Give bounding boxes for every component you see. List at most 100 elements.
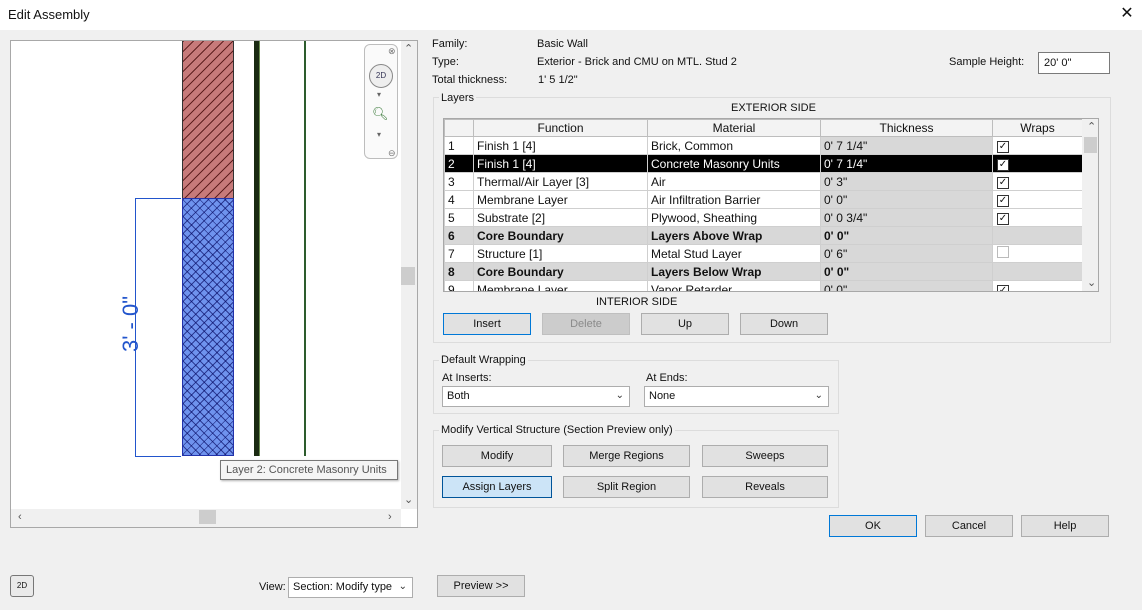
- table-row[interactable]: 4 Membrane Layer Air Infiltration Barrier 0…: [444, 190, 1083, 209]
- close-icon[interactable]: ✕: [1116, 3, 1138, 25]
- cell-number[interactable]: 5: [444, 208, 474, 227]
- view-select[interactable]: Section: Modify type ⌄: [288, 577, 413, 598]
- cell-thickness[interactable]: 0' 3": [820, 172, 993, 191]
- wraps-checkbox[interactable]: ✓: [997, 213, 1009, 225]
- chevron-down-icon[interactable]: ▾: [377, 130, 381, 139]
- cell-number[interactable]: 6: [444, 226, 474, 245]
- modify-button[interactable]: Modify: [442, 445, 552, 467]
- cell-thickness[interactable]: 0' 0": [820, 190, 993, 209]
- cell-number[interactable]: 2: [444, 154, 474, 173]
- cell-function[interactable]: Thermal/Air Layer [3]: [473, 172, 648, 191]
- merge-regions-button[interactable]: Merge Regions: [563, 445, 690, 467]
- zoom-icon[interactable]: 🔍︎: [372, 106, 390, 124]
- help-button[interactable]: Help: [1021, 515, 1109, 537]
- cmu-layer[interactable]: [182, 198, 234, 456]
- cell-thickness[interactable]: 0' 7 1/4": [820, 154, 993, 173]
- cell-material[interactable]: Air: [647, 172, 821, 191]
- at-ends-select[interactable]: None ⌄: [644, 386, 829, 407]
- assign-layers-button[interactable]: Assign Layers: [442, 476, 552, 498]
- column-header-thickness[interactable]: Thickness: [820, 119, 993, 137]
- cell-wraps[interactable]: [992, 262, 1083, 281]
- table-row[interactable]: 1 Finish 1 [4] Brick, Common 0' 7 1/4" ✓: [444, 136, 1083, 155]
- down-button[interactable]: Down: [740, 313, 828, 335]
- scroll-thumb[interactable]: [401, 267, 415, 285]
- cell-number[interactable]: 3: [444, 172, 474, 191]
- brick-layer[interactable]: [182, 41, 234, 198]
- cell-function[interactable]: Substrate [2]: [473, 208, 648, 227]
- cell-material[interactable]: Layers Below Wrap: [647, 262, 821, 281]
- cell-thickness[interactable]: 0' 0": [820, 226, 993, 245]
- cell-wraps[interactable]: ✓: [992, 190, 1083, 209]
- scroll-thumb[interactable]: [199, 510, 216, 524]
- table-row[interactable]: 8 Core Boundary Layers Below Wrap 0' 0": [444, 262, 1083, 281]
- cell-function[interactable]: Finish 1 [4]: [473, 136, 648, 155]
- cell-thickness[interactable]: 0' 0": [820, 280, 993, 291]
- cell-number[interactable]: 1: [444, 136, 474, 155]
- ok-button[interactable]: OK: [829, 515, 917, 537]
- column-header-wraps[interactable]: Wraps: [992, 119, 1083, 137]
- steering-wheel-icon[interactable]: 2D: [10, 575, 34, 597]
- cell-function[interactable]: Membrane Layer: [473, 280, 648, 291]
- cell-number[interactable]: 8: [444, 262, 474, 281]
- at-inserts-select[interactable]: Both ⌄: [442, 386, 630, 407]
- section-preview[interactable]: 3' - 0": [11, 41, 402, 509]
- cell-number[interactable]: 4: [444, 190, 474, 209]
- wraps-checkbox[interactable]: ✓: [997, 285, 1009, 291]
- cell-material[interactable]: Plywood, Sheathing: [647, 208, 821, 227]
- cell-wraps[interactable]: ✓: [992, 154, 1083, 173]
- up-button[interactable]: Up: [641, 313, 729, 335]
- wraps-checkbox[interactable]: ✓: [997, 141, 1009, 153]
- cell-function[interactable]: Core Boundary: [473, 226, 648, 245]
- chevron-left-icon[interactable]: ‹: [18, 511, 22, 523]
- cell-wraps[interactable]: [992, 226, 1083, 245]
- column-header-material[interactable]: Material: [647, 119, 821, 137]
- cell-function[interactable]: Membrane Layer: [473, 190, 648, 209]
- wraps-checkbox[interactable]: ✓: [997, 159, 1009, 171]
- cell-material[interactable]: Concrete Masonry Units: [647, 154, 821, 173]
- insert-button[interactable]: Insert: [443, 313, 531, 335]
- table-row[interactable]: 2 Finish 1 [4] Concrete Masonry Units 0' 7 …: [444, 154, 1083, 173]
- chevron-down-icon[interactable]: ⌄: [404, 493, 413, 506]
- customize-icon[interactable]: ⊖: [388, 148, 396, 159]
- cell-wraps[interactable]: ✓: [992, 280, 1083, 291]
- cell-material[interactable]: Metal Stud Layer: [647, 244, 821, 263]
- cell-function[interactable]: Structure [1]: [473, 244, 648, 263]
- column-header-number[interactable]: [444, 119, 474, 137]
- wraps-checkbox[interactable]: ✓: [997, 177, 1009, 189]
- cell-function[interactable]: Core Boundary: [473, 262, 648, 281]
- cell-thickness[interactable]: 0' 0": [820, 262, 993, 281]
- cell-thickness[interactable]: 0' 6": [820, 244, 993, 263]
- split-region-button[interactable]: Split Region: [563, 476, 690, 498]
- chevron-up-icon[interactable]: ⌃: [404, 42, 413, 55]
- wraps-checkbox[interactable]: [997, 246, 1009, 258]
- reveals-button[interactable]: Reveals: [702, 476, 828, 498]
- cell-wraps[interactable]: ✓: [992, 136, 1083, 155]
- chevron-up-icon[interactable]: ⌃: [1087, 120, 1096, 133]
- cell-function[interactable]: Finish 1 [4]: [473, 154, 648, 173]
- table-row[interactable]: 7 Structure [1] Metal Stud Layer 0' 6": [444, 244, 1083, 263]
- cell-wraps[interactable]: [992, 244, 1083, 263]
- chevron-down-icon[interactable]: ⌄: [1087, 276, 1096, 289]
- chevron-down-icon[interactable]: ▾: [377, 90, 381, 99]
- scroll-thumb[interactable]: [1084, 137, 1097, 153]
- table-row[interactable]: 5 Substrate [2] Plywood, Sheathing 0' 0 3/4…: [444, 208, 1083, 227]
- cell-material[interactable]: Brick, Common: [647, 136, 821, 155]
- cell-material[interactable]: Vapor Retarder: [647, 280, 821, 291]
- sweeps-button[interactable]: Sweeps: [702, 445, 828, 467]
- table-row[interactable]: 6 Core Boundary Layers Above Wrap 0' 0": [444, 226, 1083, 245]
- wraps-checkbox[interactable]: ✓: [997, 195, 1009, 207]
- cell-thickness[interactable]: 0' 7 1/4": [820, 136, 993, 155]
- steering-wheel-icon[interactable]: 2D: [369, 64, 393, 88]
- cell-thickness[interactable]: 0' 0 3/4": [820, 208, 993, 227]
- sample-height-input[interactable]: 20' 0": [1038, 52, 1110, 74]
- column-header-function[interactable]: Function: [473, 119, 648, 137]
- delete-button[interactable]: Delete: [542, 313, 630, 335]
- close-icon[interactable]: ⊗: [388, 46, 396, 57]
- chevron-right-icon[interactable]: ›: [388, 511, 392, 523]
- cancel-button[interactable]: Cancel: [925, 515, 1013, 537]
- preview-button[interactable]: Preview >>: [437, 575, 525, 597]
- cell-wraps[interactable]: ✓: [992, 172, 1083, 191]
- cell-wraps[interactable]: ✓: [992, 208, 1083, 227]
- cell-number[interactable]: 7: [444, 244, 474, 263]
- table-row[interactable]: 3 Thermal/Air Layer [3] Air 0' 3" ✓: [444, 172, 1083, 191]
